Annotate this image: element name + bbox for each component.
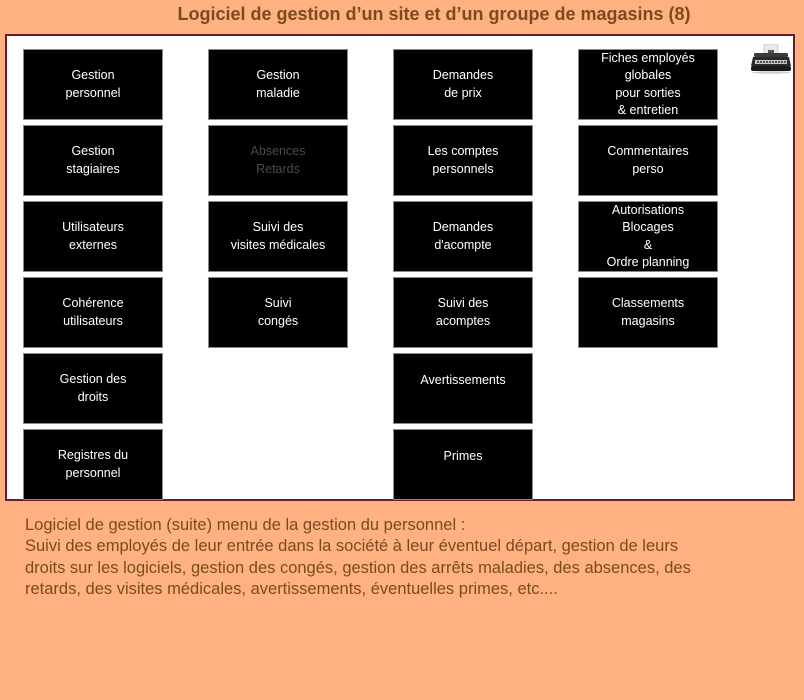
- menu-tile-gestion-maladie[interactable]: Gestion maladie: [208, 49, 348, 120]
- menu-tile-utilisateurs-externes[interactable]: Utilisateurs externes: [23, 201, 163, 272]
- menu-tile-suivi-visites-medicales[interactable]: Suivi des visites médicales: [208, 201, 348, 272]
- menu-tile-suivi-acomptes[interactable]: Suivi des acomptes: [393, 277, 533, 348]
- menu-tile-classements-magasins[interactable]: Classements magasins: [578, 277, 718, 348]
- description-line: Logiciel de gestion (suite) menu de la g…: [25, 516, 466, 534]
- menu-tile-commentaires-perso[interactable]: Commentaires perso: [578, 125, 718, 196]
- description-text: Logiciel de gestion (suite) menu de la g…: [25, 515, 785, 600]
- menu-tile-gestion-droits[interactable]: Gestion des droits: [23, 353, 163, 424]
- menu-tile-fiches-employes-globales[interactable]: Fiches employés globales pour sorties & …: [578, 49, 718, 120]
- menu-tile-registres-personnel[interactable]: Registres du personnel: [23, 429, 163, 500]
- menu-tile-absences-retards: Absences Retards: [208, 125, 348, 196]
- menu-tile-gestion-personnel[interactable]: Gestion personnel: [23, 49, 163, 120]
- menu-tile-suivi-conges[interactable]: Suivi congés: [208, 277, 348, 348]
- menu-tile-gestion-stagiaires[interactable]: Gestion stagiaires: [23, 125, 163, 196]
- menu-tile-demandes-prix[interactable]: Demandes de prix: [393, 49, 533, 120]
- menu-tile-primes[interactable]: Primes: [393, 429, 533, 500]
- menu-tile-autorisations-blocages[interactable]: Autorisations Blocages & Ordre planning: [578, 201, 718, 272]
- page-title: Logiciel de gestion d’un site et d’un gr…: [177, 4, 691, 24]
- typewriter-icon[interactable]: [750, 44, 792, 74]
- description-line: retards, des visites médicales, avertiss…: [25, 579, 558, 598]
- menu-tile-avertissements[interactable]: Avertissements: [393, 353, 533, 424]
- menu-panel: Gestion personnel Gestion stagiaires Uti…: [5, 34, 795, 501]
- menu-tile-coherence-utilisateurs[interactable]: Cohérence utilisateurs: [23, 277, 163, 348]
- description-line: droits sur les logiciels, gestion des co…: [25, 558, 691, 577]
- menu-tile-demandes-acompte[interactable]: Demandes d'acompte: [393, 201, 533, 272]
- menu-tile-comptes-personnels[interactable]: Les comptes personnels: [393, 125, 533, 196]
- description-line: Suivi des employés de leur entrée dans l…: [25, 537, 679, 556]
